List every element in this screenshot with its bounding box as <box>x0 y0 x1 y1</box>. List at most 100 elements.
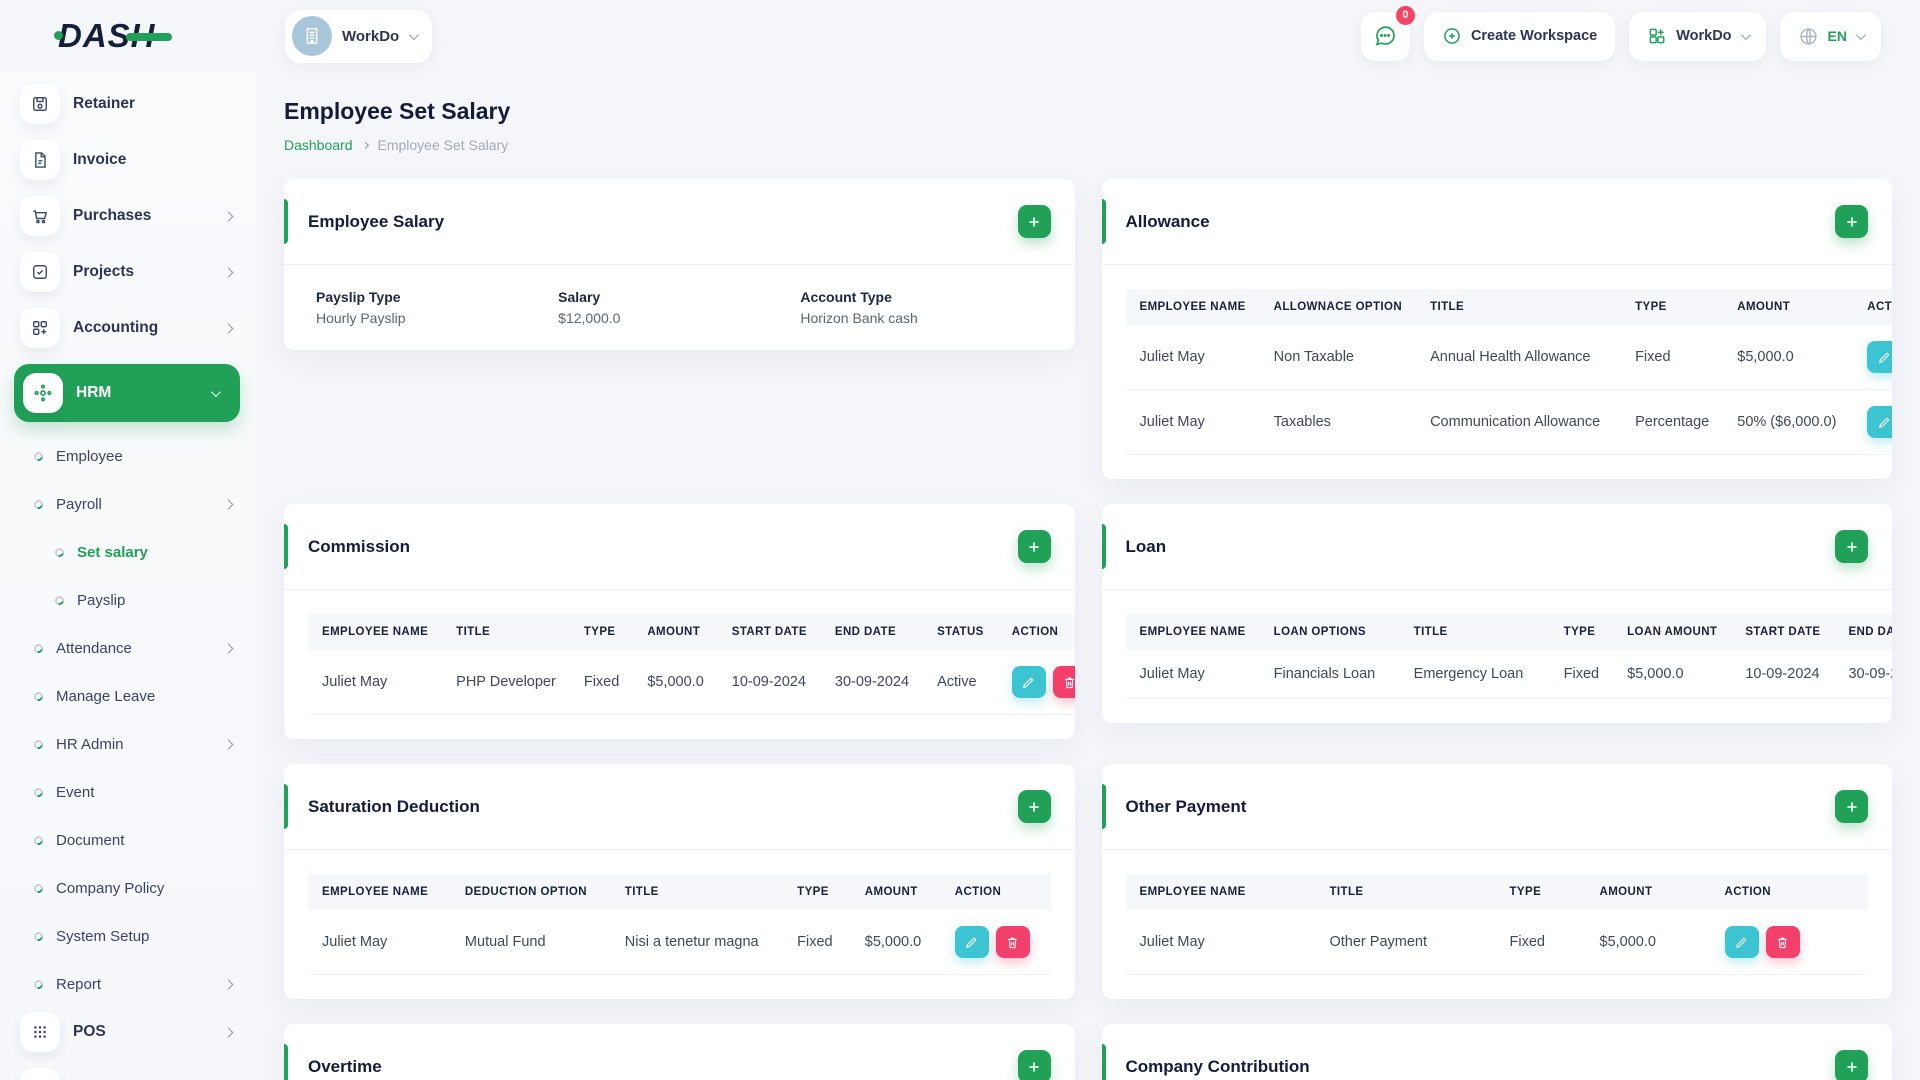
trash-icon <box>1008 937 1018 948</box>
bullet-icon <box>32 497 45 511</box>
plus-icon <box>1846 1061 1857 1072</box>
sidebar-item-payslip[interactable]: Payslip <box>0 580 240 620</box>
sidebar-item-employee[interactable]: Employee <box>0 436 240 476</box>
sidebar-item-projects[interactable]: Projects <box>20 252 240 292</box>
field-payslip-type: Payslip Type Hourly Payslip <box>316 289 406 326</box>
language-selector[interactable]: EN <box>1779 11 1881 61</box>
pencil-icon <box>1878 351 1890 363</box>
chevron-down-icon <box>409 29 420 40</box>
allowance-table: EMPLOYEE NAME ALLOWNACE OPTION TITLE TYP… <box>1125 289 1892 455</box>
add-loan-button[interactable] <box>1835 530 1868 563</box>
sidebar-item-company-policy[interactable]: Company Policy <box>0 868 240 908</box>
plus-icon <box>1846 541 1857 552</box>
edit-button[interactable] <box>1867 341 1892 373</box>
sidebar-item-manage-leave[interactable]: Manage Leave <box>0 676 240 716</box>
apps-menu-button[interactable]: WorkDo <box>1629 11 1766 61</box>
card-title: Company Contribution <box>1125 1056 1310 1076</box>
add-allowance-button[interactable] <box>1835 205 1868 238</box>
sidebar-item-retainer[interactable]: Retainer <box>20 84 240 124</box>
add-overtime-button[interactable] <box>1017 1050 1051 1080</box>
card-title: Loan <box>1125 536 1167 556</box>
sidebar-item-hr-admin[interactable]: HR Admin <box>0 724 240 764</box>
messages-badge: 0 <box>1395 5 1415 25</box>
logo-dot-accent <box>54 31 63 40</box>
chevron-right-icon <box>223 499 234 509</box>
create-workspace-button[interactable]: Create Workspace <box>1423 11 1616 61</box>
add-commission-button[interactable] <box>1017 530 1051 563</box>
globe-icon <box>1799 27 1817 45</box>
workspace-grid-icon <box>1649 28 1665 44</box>
add-employee-salary-button[interactable] <box>1017 205 1051 238</box>
workspace-selector[interactable]: WorkDo <box>285 9 433 63</box>
invoice-file-icon <box>35 152 46 168</box>
card-title: Other Payment <box>1125 796 1247 816</box>
hrm-icon <box>34 384 52 402</box>
topbar-actions: 0 Create Workspace WorkDo EN <box>1360 5 1881 61</box>
plus-icon <box>1846 216 1857 227</box>
edit-button[interactable] <box>1867 406 1892 438</box>
bullet-icon <box>32 689 45 703</box>
card-employee-salary: Employee Salary Payslip Type Hourly Pays… <box>284 179 1075 350</box>
chevron-right-icon <box>223 323 234 333</box>
card-saturation-deduction: Saturation Deduction EMPLOYEE NAME DEDUC… <box>284 764 1075 999</box>
card-title: Overtime <box>308 1056 382 1076</box>
delete-button[interactable] <box>1052 666 1075 698</box>
table-row: Juliet May PHP Developer Fixed $5,000.0 … <box>308 650 1075 715</box>
sidebar-item-pos[interactable]: POS <box>20 1012 240 1052</box>
delete-button[interactable] <box>995 926 1030 958</box>
workspace-name: WorkDo <box>342 27 400 45</box>
create-workspace-label: Create Workspace <box>1470 28 1598 44</box>
table-row: Juliet May Taxables Communication Allowa… <box>1125 390 1892 455</box>
breadcrumb-current: Employee Set Salary <box>377 137 509 153</box>
loan-table: EMPLOYEE NAME LOAN OPTIONS TITLE TYPE LO… <box>1125 614 1892 699</box>
bullet-icon <box>32 833 45 847</box>
bullet-icon <box>32 977 45 991</box>
table-row: Juliet May Other Payment Fixed $5,000.0 <box>1125 910 1868 975</box>
sidebar-item-attendance[interactable]: Attendance <box>0 628 240 668</box>
language-code: EN <box>1827 28 1847 44</box>
pencil-icon <box>1023 676 1034 688</box>
breadcrumb-dashboard-link[interactable]: Dashboard <box>284 137 353 153</box>
logo-zone: DASH <box>0 17 256 55</box>
circle-plus-icon <box>1444 28 1460 44</box>
sidebar-item-purchases[interactable]: Purchases <box>20 196 240 236</box>
sidebar-item-hrm[interactable]: HRM <box>14 364 240 422</box>
other-payment-table: EMPLOYEE NAME TITLE TYPE AMOUNT ACTION J… <box>1125 874 1868 975</box>
sidebar-item-payroll[interactable]: Payroll <box>0 484 240 524</box>
bullet-icon <box>32 881 45 895</box>
card-title: Commission <box>308 536 411 556</box>
chevron-down-icon <box>1855 29 1866 40</box>
add-other-payment-button[interactable] <box>1835 790 1868 823</box>
sidebar-item-system-setup[interactable]: System Setup <box>0 916 240 956</box>
add-saturation-deduction-button[interactable] <box>1017 790 1051 823</box>
dash-logo[interactable]: DASH <box>54 17 172 55</box>
sidebar-item-accounting[interactable]: Accounting <box>20 308 240 348</box>
sidebar-item-invoice[interactable]: Invoice <box>20 140 240 180</box>
pencil-icon <box>1878 416 1890 428</box>
sidebar-item-crm[interactable]: CRM <box>20 1068 240 1080</box>
check-square-icon <box>33 265 47 279</box>
bullet-icon <box>32 449 45 463</box>
sidebar-item-document[interactable]: Document <box>0 820 240 860</box>
add-company-contribution-button[interactable] <box>1835 1050 1868 1080</box>
card-overtime: Overtime <box>284 1024 1075 1080</box>
sidebar-item-report[interactable]: Report <box>0 964 240 1004</box>
sidebar-item-event[interactable]: Event <box>0 772 240 812</box>
chevron-down-icon <box>1740 29 1751 40</box>
plus-icon <box>1029 541 1039 552</box>
page-title: Employee Set Salary <box>284 98 511 124</box>
card-company-contribution: Company Contribution <box>1101 1024 1892 1080</box>
chevron-right-icon <box>223 643 234 653</box>
edit-button[interactable] <box>1724 926 1759 958</box>
cart-icon <box>33 210 48 224</box>
cards-grid: Employee Salary Payslip Type Hourly Pays… <box>284 179 1892 1080</box>
messages-button[interactable]: 0 <box>1360 5 1415 61</box>
edit-button[interactable] <box>954 926 989 958</box>
edit-button[interactable] <box>1011 666 1046 698</box>
sidebar: Retainer Invoice Purchases Projects Acco… <box>0 72 256 1080</box>
bullet-icon <box>53 545 66 559</box>
delete-button[interactable] <box>1765 926 1800 958</box>
sidebar-item-set-salary[interactable]: Set salary <box>0 532 240 572</box>
card-other-payment: Other Payment EMPLOYEE NAME TITLE TYPE A… <box>1101 764 1892 999</box>
logo-dash-accent <box>125 33 172 41</box>
